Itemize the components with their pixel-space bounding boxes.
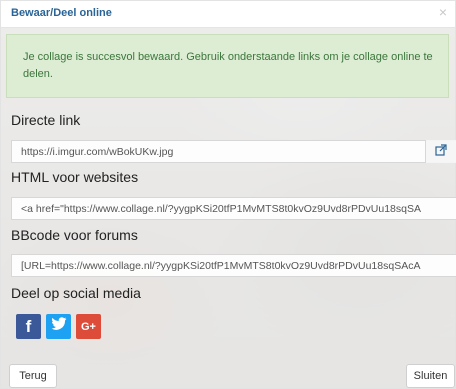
bbcode-field[interactable]: [URL=https://www.collage.nl/?yygpKSi20tf… bbox=[11, 254, 456, 277]
google-plus-share-button[interactable]: G+ bbox=[76, 314, 101, 339]
direct-link-value: https://i.imgur.com/wBokUKw.jpg bbox=[21, 146, 174, 158]
html-code-label: HTML voor websites bbox=[11, 169, 139, 185]
social-label: Deel op social media bbox=[11, 285, 141, 301]
google-plus-icon: G+ bbox=[81, 320, 96, 333]
twitter-icon bbox=[50, 317, 67, 336]
open-link-button[interactable] bbox=[425, 140, 456, 163]
direct-link-field[interactable]: https://i.imgur.com/wBokUKw.jpg bbox=[11, 140, 456, 163]
modal-title: Bewaar/Deel online bbox=[11, 7, 112, 19]
success-message: Je collage is succesvol bewaard. Gebruik… bbox=[23, 51, 433, 80]
direct-link-label: Directe link bbox=[11, 112, 81, 128]
html-code-field[interactable]: <a href="https://www.collage.nl/?yygpKSi… bbox=[11, 197, 456, 220]
share-modal: Bewaar/Deel online × Je collage is succe… bbox=[0, 0, 456, 389]
bbcode-label: BBcode voor forums bbox=[11, 227, 138, 243]
close-button[interactable]: Sluiten bbox=[406, 364, 455, 388]
modal-header: Bewaar/Deel online × bbox=[1, 1, 455, 28]
bbcode-value: [URL=https://www.collage.nl/?yygpKSi20tf… bbox=[21, 260, 421, 272]
html-code-value: <a href="https://www.collage.nl/?yygpKSi… bbox=[21, 203, 421, 215]
success-alert: Je collage is succesvol bewaard. Gebruik… bbox=[6, 34, 449, 98]
facebook-icon: f bbox=[25, 316, 32, 336]
facebook-share-button[interactable]: f bbox=[16, 314, 41, 339]
external-link-icon bbox=[435, 143, 447, 161]
back-button[interactable]: Terug bbox=[9, 364, 57, 388]
close-icon[interactable]: × bbox=[439, 5, 447, 19]
twitter-share-button[interactable] bbox=[46, 314, 71, 339]
